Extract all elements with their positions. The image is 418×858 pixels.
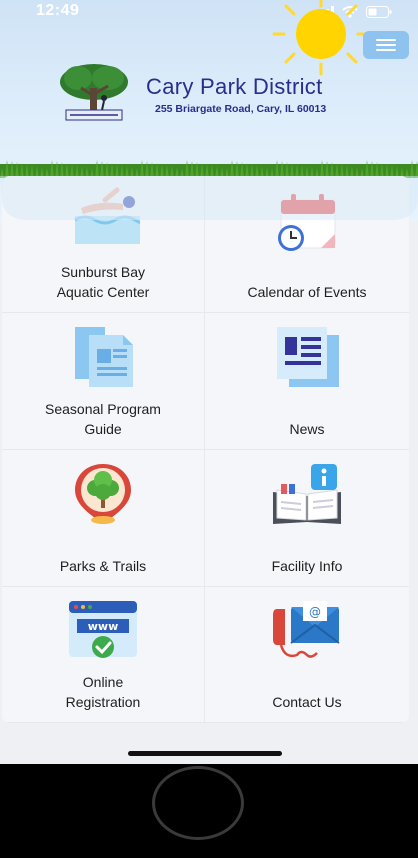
grass-decoration — [0, 160, 418, 178]
menu-line — [376, 39, 396, 41]
tile-label-line2: Aquatic Center — [56, 284, 150, 300]
tile-contact-us[interactable]: @ Contact Us — [205, 587, 409, 723]
menu-grid: Sunburst Bay Aquatic Center Calendar of … — [2, 176, 409, 723]
info-book-icon — [273, 464, 341, 524]
tile-label: Online Registration — [2, 672, 204, 712]
tile-label-line1: Sunburst Bay — [60, 264, 146, 280]
menu-line — [376, 49, 396, 51]
app-screen: 12:49 Cary Park District 255 Briargate R… — [0, 0, 418, 764]
tile-label: Facility Info — [205, 556, 409, 576]
tile-label: Contact Us — [205, 692, 409, 712]
documents-icon — [75, 327, 133, 387]
tile-label: Sunburst Bay Aquatic Center — [2, 262, 204, 302]
tile-label-line2: News — [289, 421, 325, 437]
newspaper-icon — [277, 327, 339, 387]
tile-aquatic-center[interactable]: Sunburst Bay Aquatic Center — [2, 176, 205, 313]
sun-icon — [272, 0, 370, 76]
district-logo-tree-icon — [60, 64, 128, 121]
tile-label: News — [205, 419, 409, 439]
status-time: 12:49 — [36, 2, 80, 19]
home-indicator[interactable] — [128, 751, 282, 756]
tile-label-line2: Calendar of Events — [247, 284, 367, 300]
calendar-icon — [278, 194, 336, 251]
tile-facility-info[interactable]: Facility Info — [205, 450, 409, 587]
tile-label-line2: Contact Us — [272, 694, 342, 710]
tile-label-line2: Guide — [84, 421, 122, 437]
tile-label: Seasonal Program Guide — [2, 399, 204, 439]
svg-text:www: www — [88, 620, 119, 633]
tile-label-line1: Seasonal Program — [45, 401, 161, 417]
device-home-button[interactable] — [152, 766, 244, 840]
tile-label: Calendar of Events — [205, 282, 409, 302]
tile-label-line2: Registration — [65, 694, 141, 710]
tile-parks-trails[interactable]: Parks & Trails — [2, 450, 205, 587]
tile-seasonal-program-guide[interactable]: Seasonal Program Guide — [2, 313, 205, 450]
tile-calendar-of-events[interactable]: Calendar of Events — [205, 176, 409, 313]
swimmer-icon — [74, 187, 140, 244]
svg-text:@: @ — [309, 605, 321, 619]
menu-line — [376, 44, 396, 46]
tile-label: Parks & Trails — [2, 556, 204, 576]
tile-label-line2: Facility Info — [271, 558, 343, 574]
tile-online-registration[interactable]: www Online Registration — [2, 587, 205, 723]
phone-mail-icon: @ — [273, 601, 340, 658]
park-pin-icon — [75, 464, 131, 524]
tile-label-line2: Parks & Trails — [59, 558, 147, 574]
district-address: 255 Briargate Road, Cary, IL 60013 — [155, 103, 327, 115]
district-name: Cary Park District — [146, 74, 323, 99]
tile-label-line1: Online — [82, 674, 124, 690]
tile-news[interactable]: News — [205, 313, 409, 450]
www-check-icon: www — [69, 601, 137, 658]
hamburger-menu-button[interactable] — [363, 31, 409, 59]
